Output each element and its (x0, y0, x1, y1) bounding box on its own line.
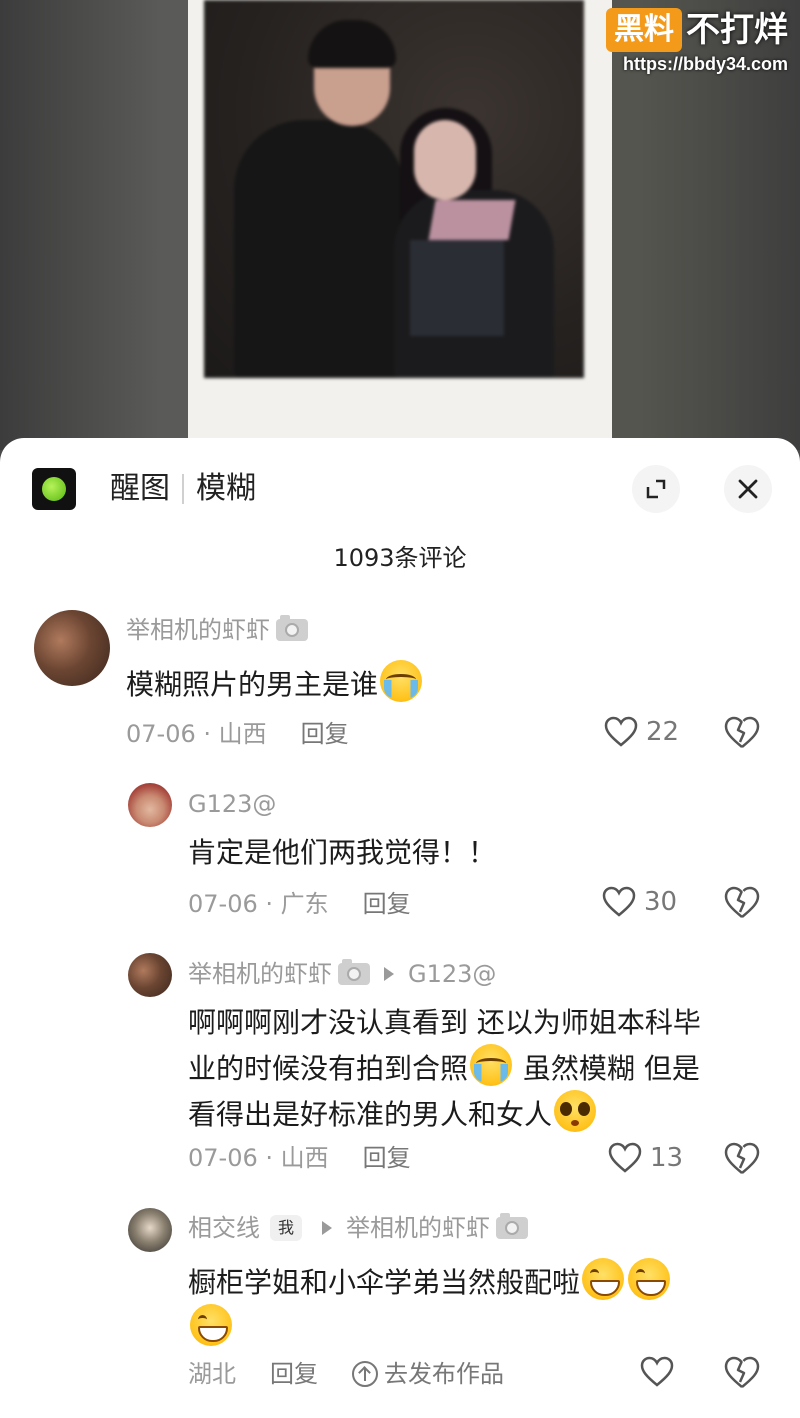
reply-button[interactable]: 回复 (270, 1360, 318, 1388)
sheet-header: 醒图 模糊 (0, 438, 800, 538)
watermark-url: https://bbdy34.com (622, 54, 788, 74)
comment-username[interactable]: 相交线 我 举相机的虾虾 (188, 1212, 529, 1244)
camera-icon (496, 1213, 529, 1239)
publish-work-button[interactable]: 去发布作品 (352, 1360, 504, 1388)
avatar[interactable] (128, 783, 172, 827)
avatar[interactable] (34, 610, 110, 686)
comment-meta: 07-06 · 山西 回复 (126, 718, 349, 750)
upload-icon (352, 1361, 378, 1387)
heart-icon (604, 716, 638, 747)
app-name: 醒图 (110, 471, 170, 506)
grinning-emoji-icon (582, 1258, 625, 1300)
camera-icon (276, 615, 308, 641)
pleading-emoji-icon (554, 1090, 597, 1132)
reply-button[interactable]: 回复 (363, 1144, 411, 1172)
header-title[interactable]: 醒图 模糊 (110, 468, 256, 510)
broken-heart-icon (724, 716, 760, 748)
comment-username[interactable]: 举相机的虾虾 G123@ (188, 958, 496, 990)
reply-to-username[interactable]: 举相机的虾虾 (346, 1212, 490, 1244)
comment-meta: 07-06 · 山西 回复 (188, 1142, 411, 1174)
like-button[interactable]: 22 (604, 716, 679, 748)
dislike-button[interactable] (724, 716, 760, 754)
comment-count: 1093条评论 (333, 544, 467, 572)
watermark-badge: 黑料 (606, 8, 682, 52)
comment-meta: 湖北 回复 去发布作品 (188, 1358, 504, 1390)
watermark-text: 不打烊 (686, 10, 788, 50)
comment-text[interactable]: 啊啊啊刚才没认真看到 还以为师姐本科毕 业的时候没有拍到合照 虽然模糊 但是 看… (188, 1002, 778, 1136)
comment-date-location: 07-06 · 广东 (188, 890, 329, 918)
reply-button[interactable]: 回复 (301, 720, 349, 748)
comment-text[interactable]: 橱柜学姐和小伞学弟当然般配啦 (188, 1258, 748, 1350)
expand-icon (646, 479, 666, 499)
crying-emoji-icon (380, 660, 423, 702)
expand-button[interactable] (632, 465, 680, 513)
me-badge: 我 (270, 1215, 303, 1241)
crying-emoji-icon (470, 1044, 513, 1086)
dislike-button[interactable] (724, 1142, 760, 1180)
comment-sheet: 醒图 模糊 1093条评论 举相机的虾虾 模糊照片的男主是谁 07-06 · 山… (0, 438, 800, 1418)
comment-username[interactable]: G123@ (188, 788, 276, 820)
grinning-emoji-icon (190, 1304, 232, 1346)
dislike-button[interactable] (724, 1356, 760, 1394)
like-count: 13 (650, 1143, 684, 1173)
comment-date-location: 07-06 · 山西 (126, 720, 267, 748)
reply-arrow-icon (322, 1221, 333, 1235)
reply-button[interactable]: 回复 (363, 890, 411, 918)
comment-meta: 07-06 · 广东 回复 (188, 888, 411, 920)
app-icon[interactable] (32, 468, 76, 510)
close-icon (738, 479, 758, 499)
like-count: 22 (646, 717, 680, 747)
avatar[interactable] (128, 953, 172, 997)
like-button[interactable]: 30 (602, 886, 677, 918)
broken-heart-icon (724, 1356, 760, 1388)
heart-icon (602, 886, 636, 917)
heart-icon (640, 1356, 674, 1387)
reply-arrow-icon (384, 967, 394, 981)
comment-username[interactable]: 举相机的虾虾 (126, 614, 308, 646)
dislike-button[interactable] (724, 886, 760, 924)
grinning-emoji-icon (628, 1258, 671, 1300)
comment-text[interactable]: 模糊照片的男主是谁 (126, 660, 424, 706)
comment-location: 湖北 (188, 1360, 236, 1388)
comment-text[interactable]: 肯定是他们两我觉得！！ (188, 832, 496, 874)
heart-icon (608, 1142, 642, 1173)
avatar[interactable] (128, 1208, 172, 1252)
like-count: 30 (644, 887, 678, 917)
close-button[interactable] (724, 465, 772, 513)
title-divider (182, 474, 184, 504)
like-button[interactable]: 13 (608, 1142, 683, 1174)
broken-heart-icon (724, 1142, 760, 1174)
comment-date-location: 07-06 · 山西 (188, 1144, 329, 1172)
broken-heart-icon (724, 886, 760, 918)
effect-name: 模糊 (196, 471, 256, 506)
watermark: 黑料 不打烊 https://bbdy34.com (606, 8, 788, 75)
camera-icon (338, 959, 370, 985)
reply-to-username[interactable]: G123@ (408, 958, 496, 990)
blurred-photo (204, 0, 584, 378)
like-button[interactable] (640, 1356, 674, 1388)
